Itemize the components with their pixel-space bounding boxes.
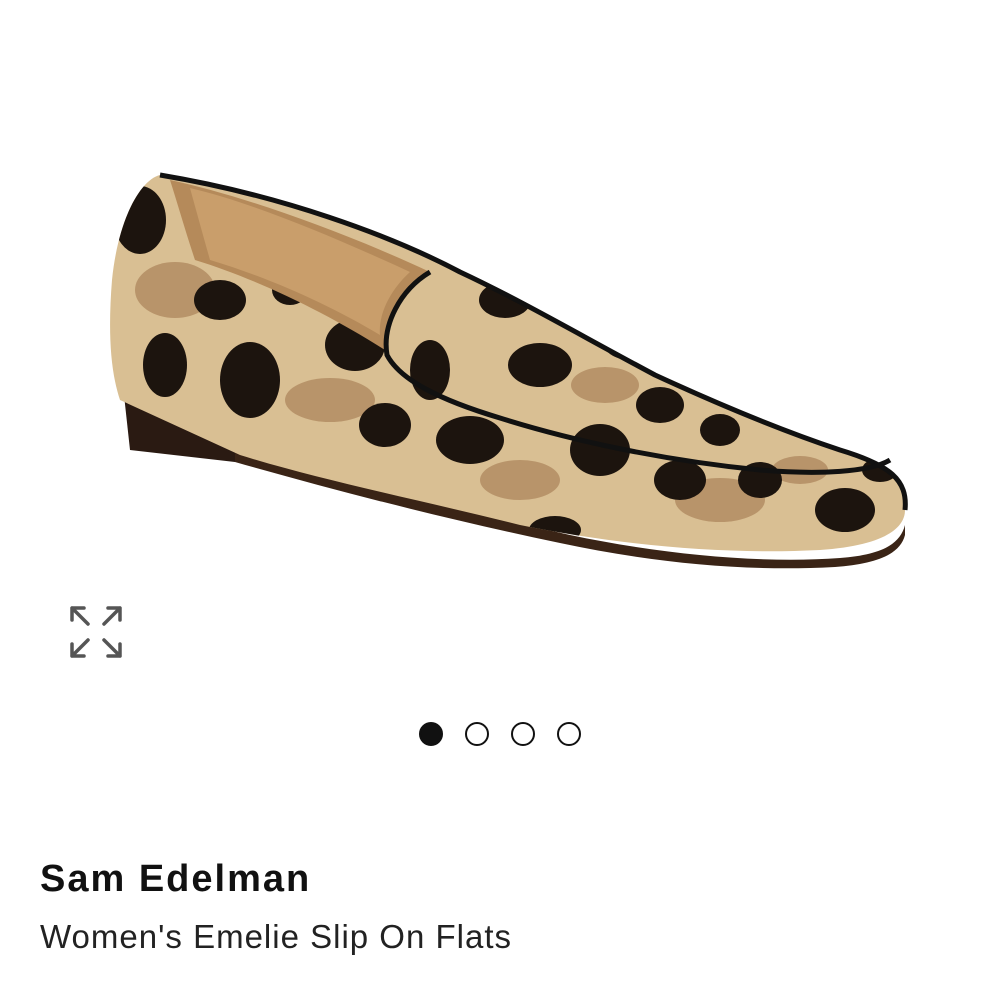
pager-dot-3[interactable] — [511, 722, 535, 746]
product-brand[interactable]: Sam Edelman — [40, 858, 311, 901]
product-image-gallery[interactable] — [0, 0, 1000, 690]
expand-arrows-icon — [70, 606, 122, 658]
image-pager — [0, 718, 1000, 750]
pager-dot-1[interactable] — [419, 722, 443, 746]
pager-dot-2[interactable] — [465, 722, 489, 746]
product-title: Women's Emelie Slip On Flats — [40, 918, 513, 955]
pager-dot-4[interactable] — [557, 722, 581, 746]
product-image[interactable] — [100, 150, 920, 590]
expand-image-button[interactable] — [60, 596, 132, 668]
